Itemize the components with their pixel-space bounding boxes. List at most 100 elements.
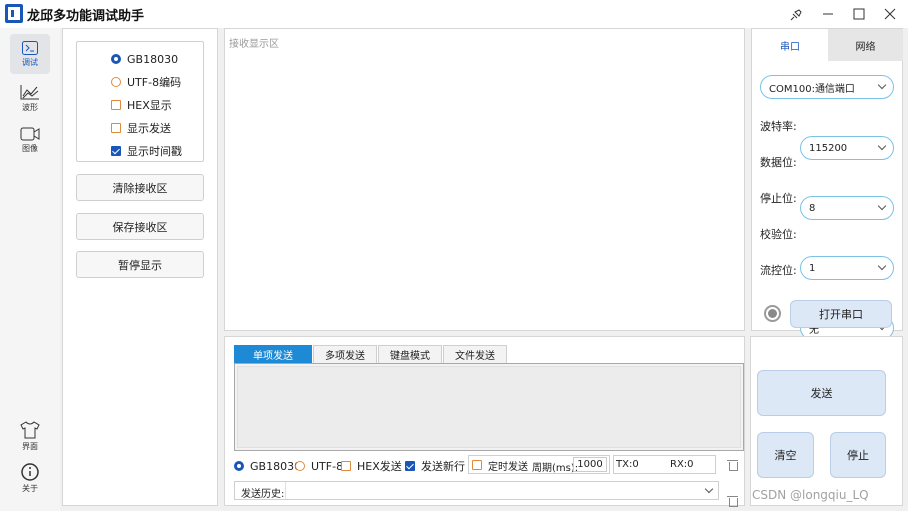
rx-counter: RX:0: [670, 459, 694, 470]
send-newline-checkbox[interactable]: [405, 461, 415, 471]
baud-select[interactable]: 115200: [800, 136, 894, 160]
nav-label-about: 关于: [22, 483, 38, 493]
receive-placeholder: 接收显示区: [229, 39, 279, 50]
tab-serial[interactable]: 串口: [752, 29, 828, 61]
nav-item-waveform[interactable]: 波形: [10, 78, 50, 118]
nav-label-appearance: 界面: [22, 441, 38, 451]
hex-display-label: HEX显示: [127, 99, 172, 112]
timed-send-group: 定时发送 周期(ms): 1000: [468, 455, 610, 474]
counters-group: TX:0 RX:0: [613, 455, 716, 474]
waveform-chart-icon: [20, 84, 39, 99]
connection-panel: 串口 网络 COM100:通信端口 波特率: 115200 数据位: 8 停止位…: [751, 28, 903, 400]
port-select-value: COM100:通信端口: [769, 83, 855, 95]
close-icon[interactable]: [878, 2, 902, 26]
send-history-label: 发送历史:: [241, 489, 285, 500]
timed-send-option[interactable]: 定时发送: [472, 456, 528, 474]
info-icon: [21, 462, 39, 481]
save-receive-button[interactable]: 保存接收区: [76, 213, 204, 240]
app-logo-icon: [5, 4, 23, 23]
show-sent-option[interactable]: 显示发送: [111, 119, 203, 137]
nav-label-image: 图像: [22, 143, 38, 153]
camera-icon: [20, 127, 40, 140]
hex-display-option[interactable]: HEX显示: [111, 96, 203, 114]
tab-single-send[interactable]: 单项发送: [234, 345, 312, 363]
hex-send-option[interactable]: HEX发送: [341, 457, 402, 475]
send-newline-option[interactable]: 发送新行: [405, 457, 465, 475]
send-encoding-gb-option[interactable]: GB18030: [234, 457, 301, 475]
nav-item-image[interactable]: 图像: [10, 120, 50, 160]
nav-item-debug[interactable]: 调试: [10, 34, 50, 74]
clear-send-button[interactable]: 清空: [757, 432, 814, 478]
open-port-button[interactable]: 打开串口: [790, 300, 892, 328]
tab-keyboard-mode[interactable]: 键盘模式: [378, 345, 442, 363]
pin-icon[interactable]: [784, 2, 808, 26]
terminal-icon: [22, 40, 38, 55]
watermark: CSDN @longqiu_LQ: [752, 488, 869, 502]
stop-button[interactable]: 停止: [830, 432, 886, 478]
maximize-icon[interactable]: [847, 2, 871, 26]
encoding-gb-radio[interactable]: [111, 54, 121, 64]
send-input-area[interactable]: [234, 363, 744, 451]
stop-bits-select[interactable]: 1: [800, 256, 894, 280]
tab-network[interactable]: 网络: [828, 29, 903, 61]
receive-area[interactable]: 接收显示区: [224, 28, 745, 331]
send-encoding-gb-label: GB18030: [250, 459, 302, 473]
clear-counter-trash-icon[interactable]: [727, 459, 739, 471]
port-status-dot: [768, 309, 777, 318]
timed-send-label: 定时发送: [488, 461, 528, 473]
send-textarea[interactable]: [237, 366, 741, 448]
data-bits-select[interactable]: 8: [800, 196, 894, 220]
chevron-down-icon: [877, 80, 887, 90]
timed-send-checkbox[interactable]: [472, 460, 482, 470]
nav-label-debug: 调试: [22, 57, 38, 67]
nav-label-waveform: 波形: [22, 102, 38, 112]
show-timestamp-checkbox[interactable]: [111, 146, 121, 156]
send-button[interactable]: 发送: [757, 370, 886, 416]
send-actions-panel: 发送 清空 停止: [750, 336, 903, 506]
parity-label: 校验位:: [760, 228, 797, 241]
port-status-indicator: [764, 305, 781, 322]
encoding-utf8-radio[interactable]: [111, 77, 121, 87]
send-encoding-utf8-label: UTF-8: [311, 459, 344, 473]
pause-display-button[interactable]: 暂停显示: [76, 251, 204, 278]
tx-counter: TX:0: [616, 459, 639, 470]
clear-receive-button[interactable]: 清除接收区: [76, 174, 204, 201]
encoding-utf8-option[interactable]: UTF-8编码: [111, 73, 203, 91]
show-sent-checkbox[interactable]: [111, 123, 121, 133]
baud-label: 波特率:: [760, 120, 797, 133]
minimize-icon[interactable]: [816, 2, 840, 26]
shirt-icon: [20, 420, 40, 438]
send-panel: 单项发送 多项发送 键盘模式 文件发送 GB18030 UTF-8 HEX发送 …: [224, 336, 745, 507]
show-sent-label: 显示发送: [127, 122, 171, 135]
clear-history-trash-icon[interactable]: [727, 495, 739, 507]
tab-multi-send[interactable]: 多项发送: [313, 345, 377, 363]
chevron-down-icon: [877, 141, 887, 151]
show-timestamp-label: 显示时间戳: [127, 145, 182, 158]
send-encoding-utf8-option[interactable]: UTF-8: [295, 457, 343, 475]
chevron-down-icon: [877, 261, 887, 271]
hex-display-checkbox[interactable]: [111, 100, 121, 110]
show-timestamp-option[interactable]: 显示时间戳: [111, 142, 203, 160]
period-input[interactable]: 1000: [573, 457, 607, 472]
chevron-down-icon: [877, 201, 887, 211]
receive-options-panel: GB18030 UTF-8编码 HEX显示 显示发送 显示时间戳 清除接收区 保…: [62, 28, 218, 506]
hex-send-checkbox[interactable]: [341, 461, 351, 471]
app-title: 龙邱多功能调试助手: [27, 9, 145, 24]
nav-item-appearance[interactable]: 界面: [10, 416, 50, 456]
nav-item-about[interactable]: 关于: [10, 458, 50, 498]
port-select[interactable]: COM100:通信端口: [760, 75, 894, 99]
chevron-down-icon: [704, 484, 714, 494]
stop-bits-label: 停止位:: [760, 192, 797, 205]
send-encoding-utf8-radio[interactable]: [295, 461, 305, 471]
encoding-gb-option[interactable]: GB18030: [111, 50, 203, 68]
send-history-select[interactable]: 发送历史:: [234, 481, 719, 500]
send-encoding-gb-radio[interactable]: [234, 461, 244, 471]
baud-select-value: 115200: [809, 142, 848, 154]
title-bar: 龙邱多功能调试助手: [0, 0, 908, 28]
flow-control-label: 流控位:: [760, 264, 797, 277]
tab-file-send[interactable]: 文件发送: [443, 345, 507, 363]
encoding-utf8-label: UTF-8编码: [127, 76, 182, 89]
period-label: 周期(ms):: [532, 463, 579, 474]
data-bits-select-value: 8: [809, 202, 816, 214]
receive-options-group: GB18030 UTF-8编码 HEX显示 显示发送 显示时间戳: [76, 41, 204, 162]
